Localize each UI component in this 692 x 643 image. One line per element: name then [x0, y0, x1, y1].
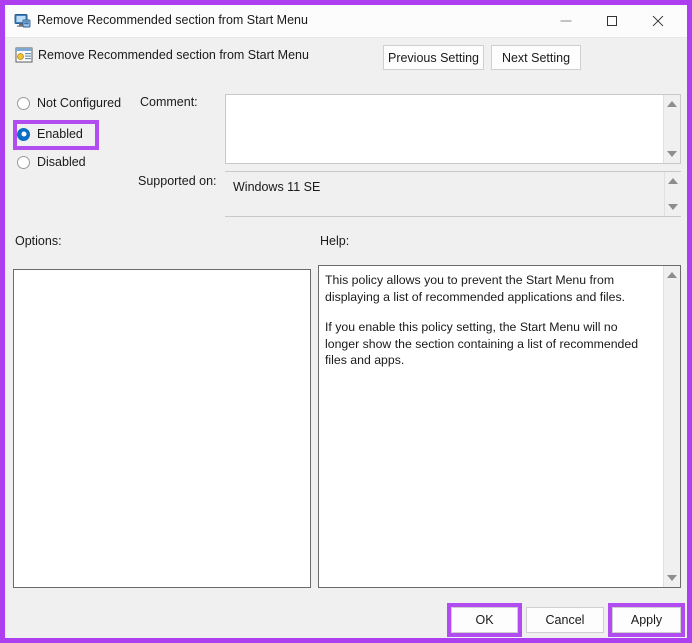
minimize-button[interactable] [543, 5, 589, 37]
radio-label-not-configured: Not Configured [37, 96, 122, 110]
scroll-down-icon[interactable] [668, 204, 678, 210]
policy-title: Remove Recommended section from Start Me… [38, 48, 309, 62]
help-panel: This policy allows you to prevent the St… [318, 265, 681, 588]
cancel-button[interactable]: Cancel [526, 607, 604, 633]
help-text: This policy allows you to prevent the St… [325, 272, 655, 383]
radio-not-configured[interactable]: Not Configured [17, 96, 121, 110]
supported-on-value: Windows 11 SE [233, 180, 321, 194]
policy-settings-dialog: Remove Recommended section from Start Me… [0, 0, 692, 643]
scroll-down-icon[interactable] [667, 575, 677, 581]
scroll-down-icon[interactable] [667, 151, 677, 157]
policy-header: Remove Recommended section from Start Me… [5, 38, 687, 82]
previous-setting-button[interactable]: Previous Setting [383, 45, 484, 70]
radio-icon-enabled [17, 127, 30, 141]
close-button[interactable] [635, 5, 681, 37]
help-paragraph: If you enable this policy setting, the S… [325, 320, 639, 367]
scroll-up-icon[interactable] [667, 101, 677, 107]
comment-scrollbar[interactable] [663, 95, 680, 163]
apply-button[interactable]: Apply [612, 607, 681, 633]
help-label: Help: [320, 234, 350, 248]
next-setting-button[interactable]: Next Setting [491, 45, 581, 70]
radio-label-disabled: Disabled [37, 155, 86, 169]
maximize-icon [607, 16, 617, 26]
computer-policy-icon [14, 14, 31, 28]
radio-enabled[interactable]: Enabled [17, 127, 83, 141]
radio-icon-not-configured [17, 96, 30, 110]
window-title: Remove Recommended section from Start Me… [37, 13, 308, 27]
comment-input[interactable] [225, 94, 681, 164]
maximize-button[interactable] [589, 5, 635, 37]
ok-button[interactable]: OK [451, 607, 518, 633]
scroll-up-icon[interactable] [667, 272, 677, 278]
supported-on-box: Windows 11 SE [225, 171, 681, 217]
options-label: Options: [15, 234, 62, 248]
radio-disabled[interactable]: Disabled [17, 155, 86, 169]
radio-icon-disabled [17, 155, 30, 169]
scroll-up-icon[interactable] [668, 178, 678, 184]
close-icon [651, 14, 665, 28]
policy-setting-icon [15, 47, 33, 63]
help-scrollbar[interactable] [663, 266, 680, 587]
options-panel[interactable] [13, 269, 311, 588]
title-bar: Remove Recommended section from Start Me… [5, 5, 687, 38]
supported-on-label: Supported on: [138, 174, 217, 188]
comment-label: Comment: [140, 95, 198, 109]
help-paragraph: This policy allows you to prevent the St… [325, 273, 626, 304]
supported-scrollbar[interactable] [664, 172, 681, 216]
minimize-icon [560, 20, 572, 22]
radio-label-enabled: Enabled [37, 127, 83, 141]
